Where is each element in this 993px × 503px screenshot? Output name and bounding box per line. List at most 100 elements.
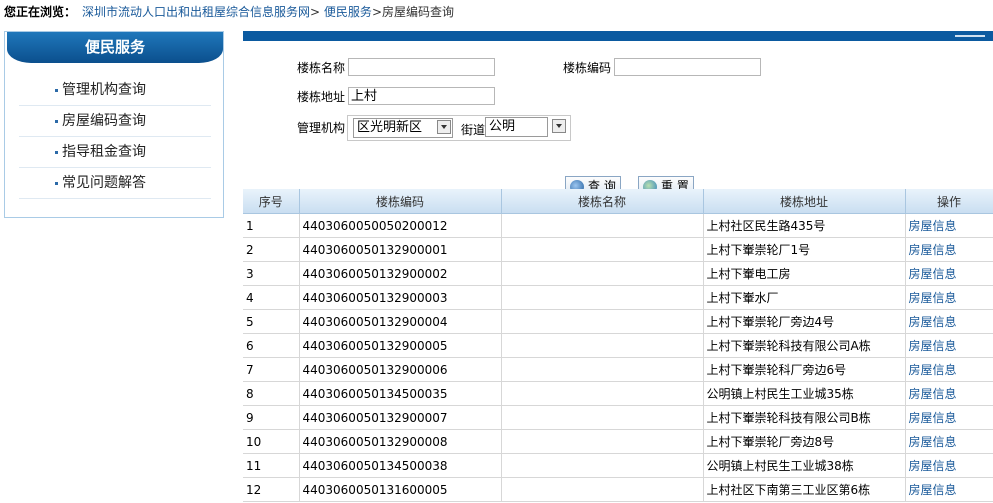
sidebar: 便民服务 管理机构查询 房屋编码查询 指导租金查询 常见问题解答 bbox=[4, 31, 224, 218]
street-select-value: 公明 bbox=[489, 119, 516, 134]
cell-address: 上村下輋崇轮科技有限公司A栋 bbox=[703, 333, 906, 358]
cell-name bbox=[501, 453, 704, 478]
building-address-input[interactable]: 上村 bbox=[348, 87, 495, 105]
house-info-link[interactable]: 房屋信息 bbox=[905, 261, 993, 286]
street-select[interactable]: 公明 bbox=[485, 117, 548, 137]
house-info-link[interactable]: 房屋信息 bbox=[905, 237, 993, 262]
cell-no: 6 bbox=[243, 333, 300, 358]
header-address: 楼栋地址 bbox=[703, 189, 906, 214]
cell-code: 4403060050132900002 bbox=[299, 261, 502, 286]
building-name-input[interactable] bbox=[348, 58, 495, 76]
district-select[interactable]: 区光明新区 bbox=[353, 118, 453, 138]
table-row: 11 4403060050134500038 公明镇上村民生工业城38栋 房屋信… bbox=[243, 453, 993, 478]
sidebar-item-label: 房屋编码查询 bbox=[62, 113, 146, 129]
sidebar-item-faq[interactable]: 常见问题解答 bbox=[19, 168, 211, 199]
breadcrumb-separator: > bbox=[371, 5, 382, 19]
cell-code: 4403060050132900006 bbox=[299, 357, 502, 382]
sidebar-item-rent-query[interactable]: 指导租金查询 bbox=[19, 137, 211, 168]
table-row: 8 4403060050134500035 公明镇上村民生工业城35栋 房屋信息 bbox=[243, 381, 993, 406]
cell-code: 4403060050134500035 bbox=[299, 381, 502, 406]
cell-address: 上村下輋崇轮厂旁边4号 bbox=[703, 309, 906, 334]
cell-address: 上村下輋崇轮科技有限公司B栋 bbox=[703, 405, 906, 430]
table-row: 10 4403060050132900008 上村下輋崇轮厂旁边8号 房屋信息 bbox=[243, 429, 993, 454]
cell-name bbox=[501, 237, 704, 262]
search-form: 楼栋名称 楼栋编码 楼栋地址 上村 管理机构 区光明新区 街道 公明 查 询 重… bbox=[243, 41, 993, 195]
house-info-link[interactable]: 房屋信息 bbox=[905, 477, 993, 502]
panel-header-bar bbox=[243, 31, 993, 41]
cell-code: 4403060050132900005 bbox=[299, 333, 502, 358]
breadcrumb-site-link[interactable]: 深圳市流动人口出和出租屋综合信息服务网 bbox=[82, 5, 310, 19]
building-code-input[interactable] bbox=[614, 58, 761, 76]
cell-name bbox=[501, 285, 704, 310]
cell-address: 上村下輋崇轮厂1号 bbox=[703, 237, 906, 262]
cell-no: 12 bbox=[243, 477, 300, 502]
house-info-link[interactable]: 房屋信息 bbox=[905, 381, 993, 406]
cell-no: 10 bbox=[243, 429, 300, 454]
cell-name bbox=[501, 333, 704, 358]
cell-address: 上村社区下南第三工业区第6栋 bbox=[703, 477, 906, 502]
header-name: 楼栋名称 bbox=[501, 189, 704, 214]
table-row: 4 4403060050132900003 上村下輋水厂 房屋信息 bbox=[243, 285, 993, 310]
header-operation: 操作 bbox=[905, 189, 993, 214]
sidebar-menu: 管理机构查询 房屋编码查询 指导租金查询 常见问题解答 bbox=[19, 75, 211, 199]
cell-address: 上村下輋水厂 bbox=[703, 285, 906, 310]
header-no: 序号 bbox=[243, 189, 300, 214]
cell-name bbox=[501, 405, 704, 430]
sidebar-title: 便民服务 bbox=[7, 32, 223, 63]
cell-no: 3 bbox=[243, 261, 300, 286]
breadcrumb-label: 您正在浏览： bbox=[4, 5, 77, 19]
cell-code: 4403060050131600005 bbox=[299, 477, 502, 502]
cell-address: 上村社区民生路435号 bbox=[703, 213, 906, 238]
table-row: 1 4403060050050200012 上村社区民生路435号 房屋信息 bbox=[243, 213, 993, 238]
cell-name bbox=[501, 429, 704, 454]
cell-code: 4403060050050200012 bbox=[299, 213, 502, 238]
sidebar-item-org-query[interactable]: 管理机构查询 bbox=[19, 75, 211, 106]
cell-no: 8 bbox=[243, 381, 300, 406]
street-label: 街道 bbox=[461, 123, 486, 137]
street-dropdown-button[interactable] bbox=[551, 118, 567, 138]
table-row: 2 4403060050132900001 上村下輋崇轮厂1号 房屋信息 bbox=[243, 237, 993, 262]
table-header-row: 序号 楼栋编码 楼栋名称 楼栋地址 操作 bbox=[243, 189, 993, 214]
cell-name bbox=[501, 309, 704, 334]
cell-name bbox=[501, 213, 704, 238]
table-row: 9 4403060050132900007 上村下輋崇轮科技有限公司B栋 房屋信… bbox=[243, 405, 993, 430]
breadcrumb-section-link[interactable]: 便民服务 bbox=[324, 5, 372, 19]
cell-no: 4 bbox=[243, 285, 300, 310]
house-info-link[interactable]: 房屋信息 bbox=[905, 405, 993, 430]
table-row: 5 4403060050132900004 上村下輋崇轮厂旁边4号 房屋信息 bbox=[243, 309, 993, 334]
table-row: 12 4403060050131600005 上村社区下南第三工业区第6栋 房屋… bbox=[243, 477, 993, 502]
cell-no: 7 bbox=[243, 357, 300, 382]
house-info-link[interactable]: 房屋信息 bbox=[905, 285, 993, 310]
cell-code: 4403060050132900003 bbox=[299, 285, 502, 310]
building-code-label: 楼栋编码 bbox=[563, 61, 612, 75]
cell-name bbox=[501, 381, 704, 406]
results-table: 序号 楼栋编码 楼栋名称 楼栋地址 操作 1 44030600500502000… bbox=[243, 189, 993, 502]
header-code: 楼栋编码 bbox=[299, 189, 502, 214]
house-info-link[interactable]: 房屋信息 bbox=[905, 333, 993, 358]
cell-address: 公明镇上村民生工业城38栋 bbox=[703, 453, 906, 478]
house-info-link[interactable]: 房屋信息 bbox=[905, 213, 993, 238]
house-info-link[interactable]: 房屋信息 bbox=[905, 309, 993, 334]
cell-no: 9 bbox=[243, 405, 300, 430]
district-select-value: 区光明新区 bbox=[357, 120, 423, 135]
sidebar-item-house-code-query[interactable]: 房屋编码查询 bbox=[19, 106, 211, 137]
cell-no: 5 bbox=[243, 309, 300, 334]
cell-name bbox=[501, 477, 704, 502]
sidebar-item-label: 常见问题解答 bbox=[62, 175, 146, 191]
chevron-down-icon[interactable] bbox=[437, 120, 451, 134]
house-info-link[interactable]: 房屋信息 bbox=[905, 357, 993, 382]
house-info-link[interactable]: 房屋信息 bbox=[905, 429, 993, 454]
cell-code: 4403060050132900004 bbox=[299, 309, 502, 334]
cell-code: 4403060050134500038 bbox=[299, 453, 502, 478]
cell-address: 上村下輋电工房 bbox=[703, 261, 906, 286]
cell-address: 上村下輋崇轮厂旁边8号 bbox=[703, 429, 906, 454]
breadcrumb-current: 房屋编码查询 bbox=[382, 5, 455, 19]
breadcrumb-separator: > bbox=[310, 5, 321, 19]
sidebar-item-label: 管理机构查询 bbox=[62, 82, 146, 98]
house-info-link[interactable]: 房屋信息 bbox=[905, 453, 993, 478]
breadcrumb: 您正在浏览： 深圳市流动人口出和出租屋综合信息服务网> 便民服务>房屋编码查询 bbox=[4, 3, 454, 21]
org-label: 管理机构 bbox=[297, 121, 346, 135]
chevron-down-icon[interactable] bbox=[552, 119, 566, 133]
cell-address: 上村下輋崇轮科厂旁边6号 bbox=[703, 357, 906, 382]
building-address-label: 楼栋地址 bbox=[297, 90, 346, 104]
